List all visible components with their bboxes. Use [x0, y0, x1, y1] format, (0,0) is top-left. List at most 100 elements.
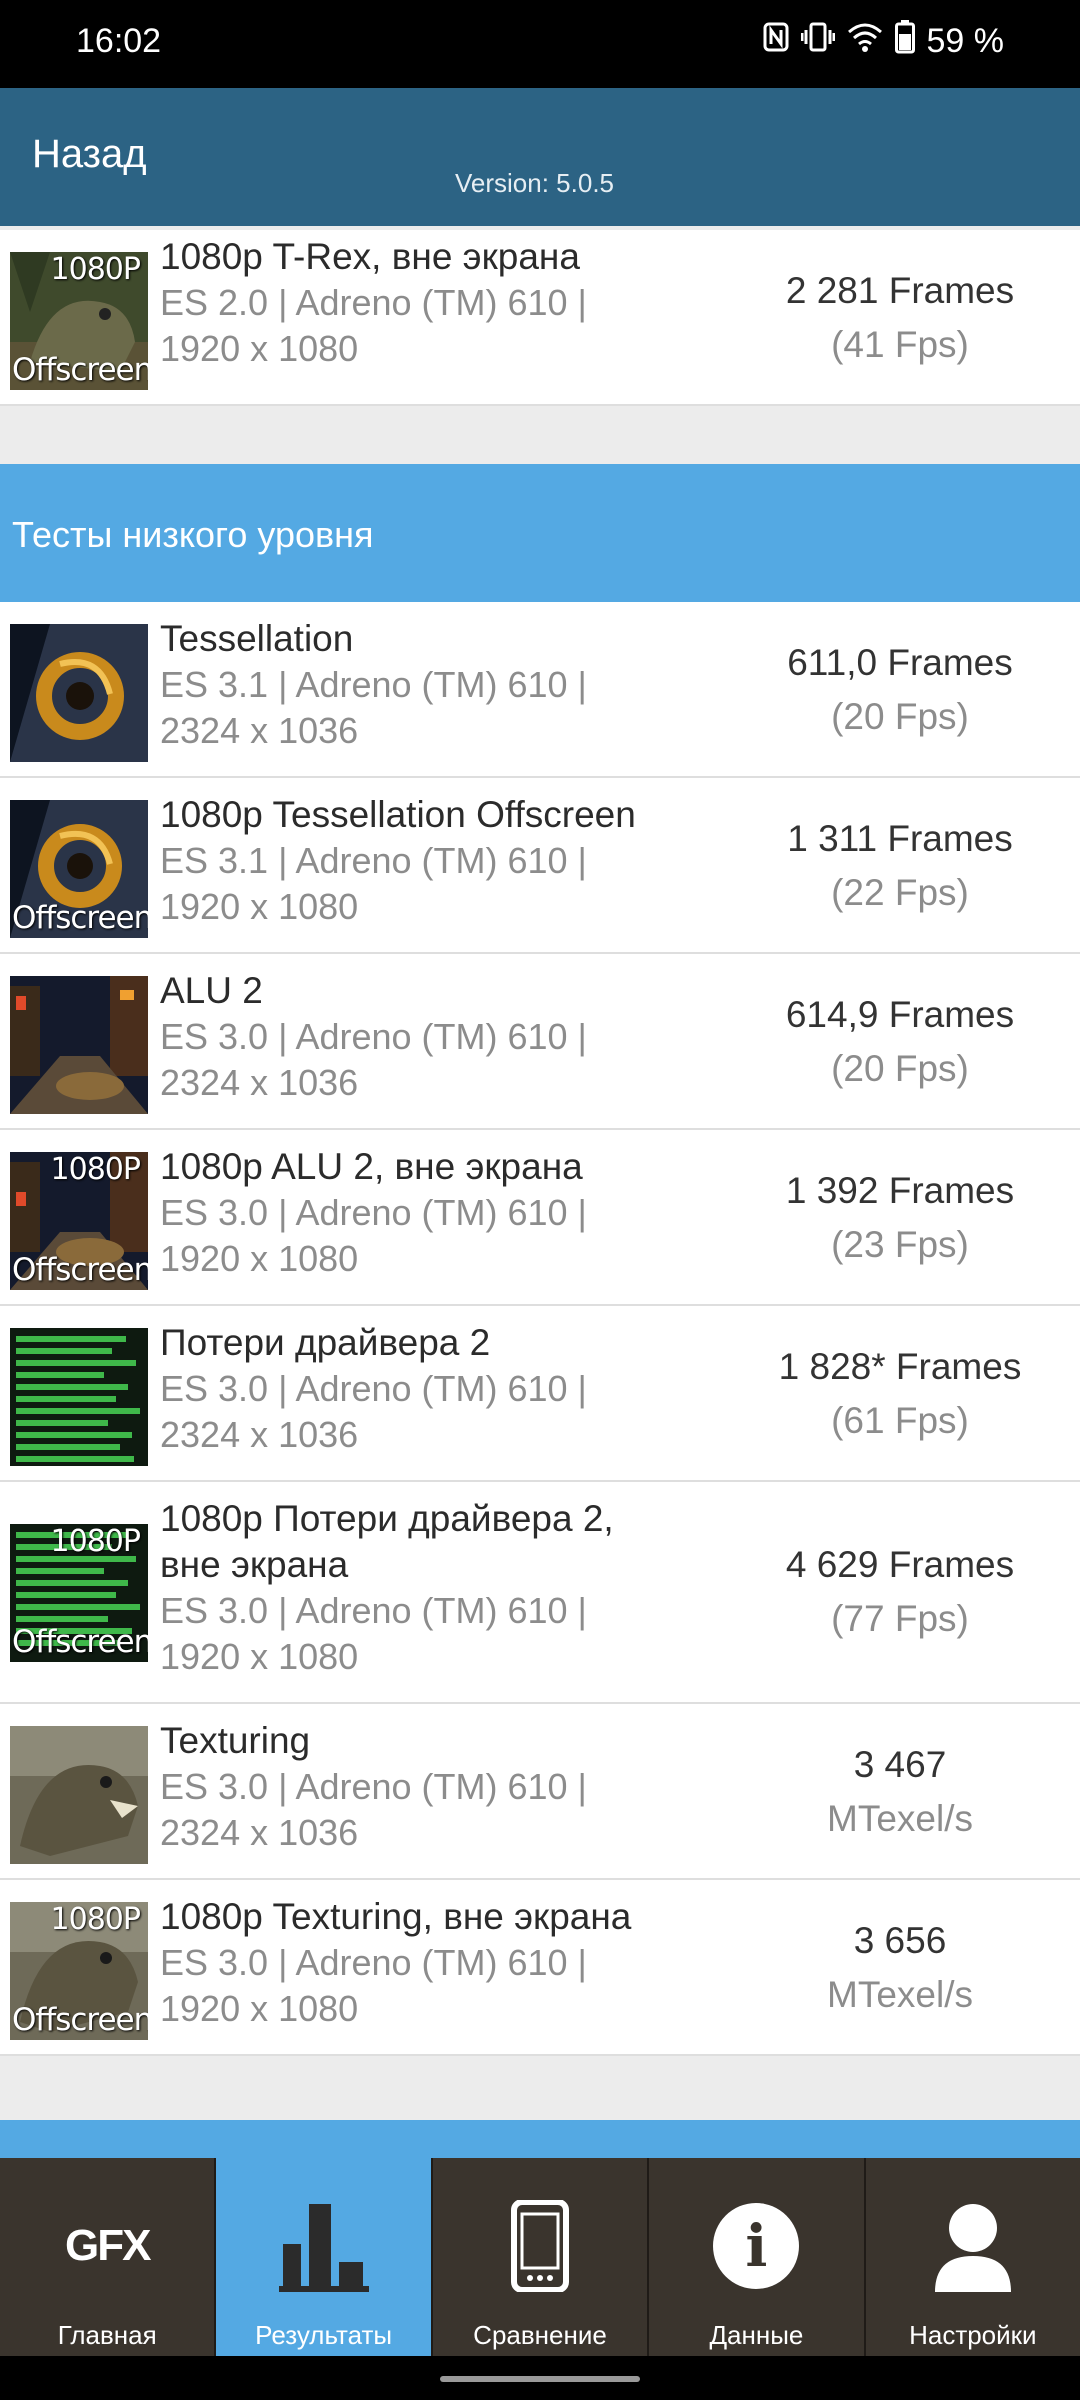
result-api: ES 2.0 | Adreno (TM) 610 |: [160, 282, 587, 323]
results-list[interactable]: 1080P Offscreen 1080p T-Rex, вне экрана …: [0, 226, 1080, 2158]
result-resolution: 2324 x 1036: [160, 1414, 359, 1455]
result-api: ES 3.0 | Adreno (TM) 610 |: [160, 1192, 587, 1233]
gesture-bar: [0, 2356, 1080, 2400]
result-row-alu2[interactable]: ALU 2 ES 3.0 | Adreno (TM) 610 | 2324 x …: [0, 954, 1080, 1130]
alu2-offscreen-thumbnail: 1080P Offscreen: [10, 1152, 148, 1290]
result-row-trex-offscreen[interactable]: 1080P Offscreen 1080p T-Rex, вне экрана …: [0, 230, 1080, 406]
status-bar: 16:02 59 %: [0, 0, 1080, 88]
result-fps: (20 Fps): [831, 696, 969, 737]
thumb-label-offscreen: Offscreen: [12, 1624, 148, 1660]
section-header-next: [0, 2120, 1080, 2158]
result-api: ES 3.1 | Adreno (TM) 610 |: [160, 664, 587, 705]
gfx-logo-icon: GFX: [64, 2221, 151, 2270]
back-button[interactable]: Назад: [32, 132, 147, 177]
result-score: 1 392 Frames: [785, 1170, 1015, 1211]
result-score: 1 311 Frames: [787, 818, 1013, 859]
nav-item-data[interactable]: i Данные: [649, 2158, 866, 2356]
nav-label: Результаты: [255, 2320, 393, 2350]
result-row-tessellation-offscreen[interactable]: Offscreen 1080p Tessellation Offscreen E…: [0, 778, 1080, 954]
battery-percent: 59 %: [926, 22, 1005, 60]
result-name: Потери драйвера 2: [160, 1322, 491, 1363]
result-row-tessellation[interactable]: Tessellation ES 3.1 | Adreno (TM) 610 | …: [0, 602, 1080, 778]
result-row-driver-overhead2[interactable]: Потери драйвера 2 ES 3.0 | Adreno (TM) 6…: [0, 1306, 1080, 1482]
result-name: Tessellation: [160, 618, 354, 659]
result-name: ALU 2: [160, 970, 263, 1011]
result-fps: (23 Fps): [831, 1224, 969, 1265]
trex-thumbnail: 1080P Offscreen: [10, 252, 148, 390]
result-fps: (22 Fps): [831, 872, 969, 913]
nav-item-settings[interactable]: Настройки: [866, 2158, 1080, 2356]
result-resolution: 2324 x 1036: [160, 1062, 359, 1103]
result-name: 1080p T-Rex, вне экрана: [160, 236, 580, 277]
texturing-thumbnail: [10, 1726, 148, 1864]
thumb-label-1080p: 1080P: [50, 1524, 141, 1559]
nfc-icon: [763, 22, 789, 61]
result-fps: (61 Fps): [831, 1400, 969, 1441]
result-name: 1080p Tessellation Offscreen: [160, 794, 636, 835]
result-fps: (41 Fps): [831, 324, 969, 365]
screen: 16:02 59 % Назад Version: 5.0.5 1080P Of…: [0, 0, 1080, 2400]
result-row-driver-overhead2-offscreen[interactable]: 1080P Offscreen 1080p Потери драйвера 2,…: [0, 1482, 1080, 1704]
thumb-label-offscreen: Offscreen: [12, 352, 148, 388]
result-resolution: 1920 x 1080: [160, 1636, 359, 1677]
result-fps: (20 Fps): [831, 1048, 969, 1089]
user-icon: [866, 2200, 1080, 2292]
info-icon: i: [649, 2200, 863, 2292]
result-resolution: 2324 x 1036: [160, 1812, 359, 1853]
nav-label: Сравнение: [473, 2320, 607, 2350]
result-resolution: 1920 x 1080: [160, 1238, 359, 1279]
nav-item-compare[interactable]: Сравнение: [433, 2158, 650, 2356]
status-time: 16:02: [76, 22, 162, 60]
nav-item-results[interactable]: Результаты: [216, 2158, 433, 2356]
result-score: 3 467: [853, 1744, 947, 1785]
result-name-line2: вне экрана: [160, 1544, 349, 1585]
result-fps: (77 Fps): [831, 1598, 969, 1639]
result-api: ES 3.0 | Adreno (TM) 610 |: [160, 1766, 587, 1807]
result-row-texturing-offscreen[interactable]: 1080P Offscreen 1080p Texturing, вне экр…: [0, 1880, 1080, 2056]
thumb-label-offscreen: Offscreen: [12, 900, 148, 936]
nav-label: Данные: [709, 2320, 804, 2350]
result-fps: MTexel/s: [827, 1974, 973, 2015]
section-header-low-level: Тесты низкого уровня: [0, 464, 1080, 602]
thumb-label-offscreen: Offscreen: [12, 2002, 148, 2038]
driver-overhead-thumbnail: [10, 1328, 148, 1466]
thumb-label-offscreen: Offscreen: [12, 1252, 148, 1288]
result-name: 1080p ALU 2, вне экрана: [160, 1146, 583, 1187]
app-bar: Назад Version: 5.0.5: [0, 88, 1080, 226]
driver-overhead-offscreen-thumbnail: 1080P Offscreen: [10, 1524, 148, 1662]
result-score: 3 656: [853, 1920, 947, 1961]
result-fps: MTexel/s: [827, 1798, 973, 1839]
result-api: ES 3.0 | Adreno (TM) 610 |: [160, 1016, 587, 1057]
thumb-label-1080p: 1080P: [50, 1902, 141, 1937]
result-row-texturing[interactable]: Texturing ES 3.0 | Adreno (TM) 610 | 232…: [0, 1704, 1080, 1880]
result-resolution: 2324 x 1036: [160, 710, 359, 751]
thumb-label-1080p: 1080P: [50, 1152, 141, 1187]
result-api: ES 3.1 | Adreno (TM) 610 |: [160, 840, 587, 881]
result-name: 1080p Texturing, вне экрана: [160, 1896, 632, 1937]
thumb-label-1080p: 1080P: [50, 252, 141, 287]
result-score: 1 828* Frames: [778, 1346, 1022, 1387]
bottom-nav: GFX Главная Результаты Сравнение i Данны…: [0, 2158, 1080, 2356]
result-api: ES 3.0 | Adreno (TM) 610 |: [160, 1368, 587, 1409]
nav-item-home[interactable]: GFX Главная: [0, 2158, 217, 2356]
result-api: ES 3.0 | Adreno (TM) 610 |: [160, 1590, 587, 1631]
battery-icon: [894, 20, 915, 63]
result-name: 1080p Потери драйвера 2,: [160, 1498, 614, 1539]
tessellation-offscreen-thumbnail: Offscreen: [10, 800, 148, 938]
gesture-handle[interactable]: [440, 2376, 640, 2382]
bar-chart-icon: [216, 2200, 430, 2292]
wifi-icon: [847, 22, 883, 61]
result-score: 2 281 Frames: [785, 270, 1015, 311]
texturing-offscreen-thumbnail: 1080P Offscreen: [10, 1902, 148, 2040]
alu2-thumbnail: [10, 976, 148, 1114]
result-score: 614,9 Frames: [785, 994, 1015, 1035]
nav-label: Настройки: [909, 2320, 1037, 2350]
result-row-alu2-offscreen[interactable]: 1080P Offscreen 1080p ALU 2, вне экрана …: [0, 1130, 1080, 1306]
result-resolution: 1920 x 1080: [160, 886, 359, 927]
status-icons: 59 %: [763, 20, 1005, 63]
vibrate-icon: [800, 22, 835, 61]
result-name: Texturing: [160, 1720, 311, 1761]
result-resolution: 1920 x 1080: [160, 328, 359, 369]
result-score: 4 629 Frames: [785, 1544, 1015, 1585]
result-score: 611,0 Frames: [787, 642, 1013, 683]
